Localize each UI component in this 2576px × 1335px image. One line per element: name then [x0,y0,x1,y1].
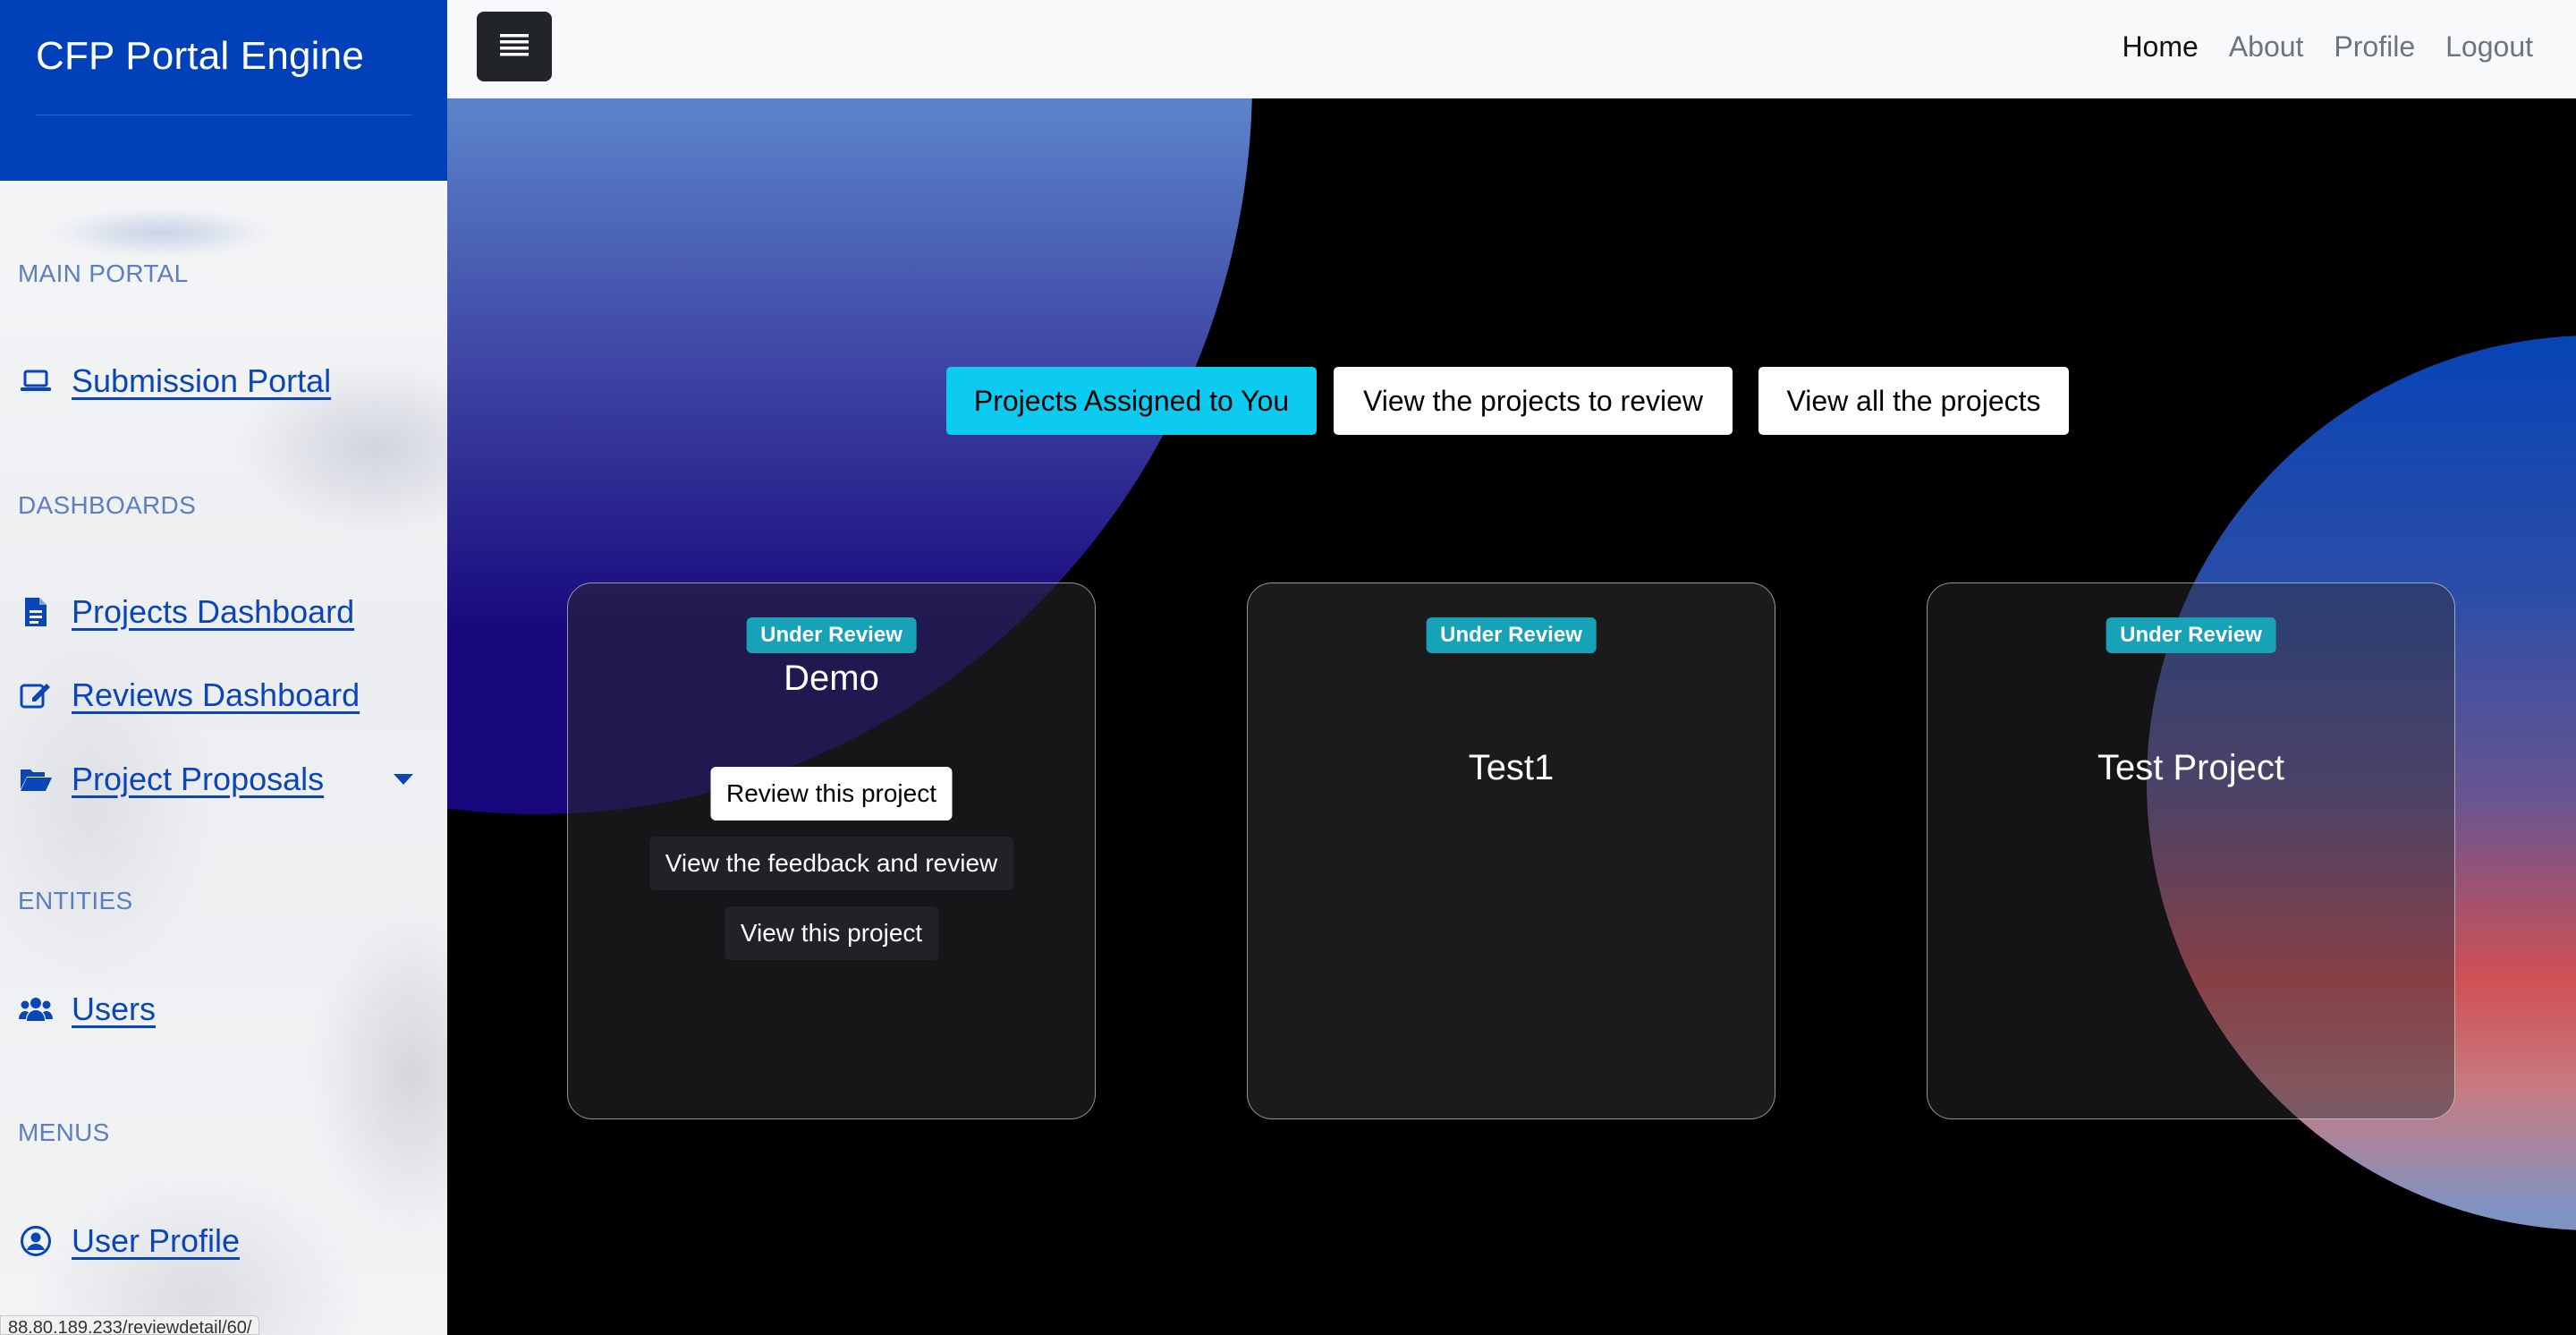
view-feedback-button[interactable]: View the feedback and review [648,837,1014,890]
status-badge: Under Review [2106,617,2276,653]
top-navbar: Home About Profile Logout [447,0,2576,98]
section-label-dashboards: DASHBOARDS [18,491,197,519]
view-project-button[interactable]: View this project [724,906,939,960]
sidebar-item-label: Users [72,991,157,1027]
project-title: Demo [784,659,879,698]
sidebar-item-users[interactable]: Users [18,991,156,1028]
section-label-menus: MENUS [18,1118,110,1146]
tab-all-projects[interactable]: View all the projects [1758,367,2069,435]
chevron-down-icon[interactable] [394,774,413,785]
sidebar: CFP Portal Engine MAIN PORTAL Submission… [0,0,447,1335]
project-title: Test Project [2097,748,2284,787]
section-label-entities: ENTITIES [18,887,133,914]
brand-header: CFP Portal Engine [0,0,447,181]
section-label-main-portal: MAIN PORTAL [18,259,189,287]
sidebar-item-label: Reviews Dashboard [72,676,360,713]
sidebar-item-reviews-dashboard[interactable]: Reviews Dashboard [18,676,360,714]
folder-open-icon [18,763,54,795]
laptop-icon [18,365,54,397]
file-text-icon [18,596,54,628]
tab-projects-assigned[interactable]: Projects Assigned to You [946,367,1317,435]
edit-icon [18,679,54,711]
status-badge: Under Review [746,617,917,653]
sidebar-item-project-proposals[interactable]: Project Proposals [18,761,324,798]
sidebar-item-label: User Profile [72,1222,241,1259]
status-bar-url: 88.80.189.233/reviewdetail/60/ [0,1315,260,1335]
menu-icon [500,31,529,63]
sidebar-item-submission-portal[interactable]: Submission Portal [18,362,331,400]
tab-projects-to-review[interactable]: View the projects to review [1334,367,1733,435]
nav-link-about[interactable]: About [2229,30,2304,64]
user-circle-icon [18,1225,54,1257]
main-content: Projects Assigned to You View the projec… [447,98,2576,1335]
project-title: Test1 [1468,748,1555,787]
project-card: Under Review Test Project [1927,582,2455,1119]
sidebar-item-label: Project Proposals [72,761,325,797]
nav-link-home[interactable]: Home [2122,30,2198,64]
brand-title[interactable]: CFP Portal Engine [36,34,364,79]
nav-link-logout[interactable]: Logout [2445,30,2533,64]
sidebar-item-label: Submission Portal [72,362,332,399]
navbar-links: Home About Profile Logout [2122,30,2533,64]
review-project-button[interactable]: Review this project [710,767,953,821]
sidebar-toggle-button[interactable] [477,12,552,81]
status-badge: Under Review [1426,617,1597,653]
sidebar-background [0,179,447,1335]
sidebar-item-user-profile[interactable]: User Profile [18,1222,240,1260]
sidebar-item-projects-dashboard[interactable]: Projects Dashboard [18,593,354,631]
nav-link-profile[interactable]: Profile [2334,30,2415,64]
users-icon [18,993,54,1025]
project-card: Under Review Demo Review this project Vi… [567,582,1096,1119]
project-card: Under Review Test1 [1247,582,1775,1119]
sidebar-item-label: Projects Dashboard [72,593,355,630]
